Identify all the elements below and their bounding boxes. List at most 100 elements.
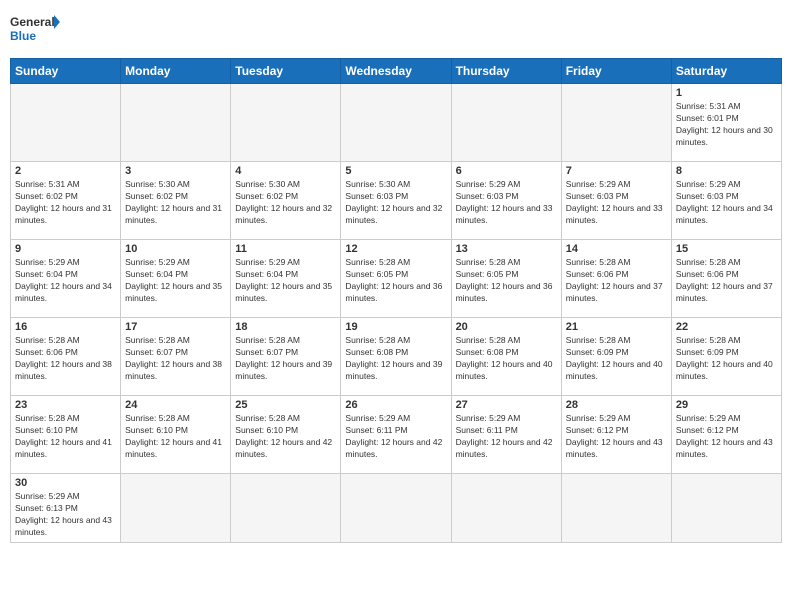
calendar-cell: 10 Sunrise: 5:29 AMSunset: 6:04 PMDayligh…: [121, 240, 231, 318]
day-number: 28: [566, 399, 667, 411]
day-number: 9: [15, 243, 116, 255]
col-sunday: Sunday: [11, 59, 121, 84]
day-number: 15: [676, 243, 777, 255]
day-info: Sunrise: 5:29 AMSunset: 6:03 PMDaylight:…: [676, 179, 777, 227]
day-number: 16: [15, 321, 116, 333]
calendar-cell: 3Sunrise: 5:30 AMSunset: 6:02 PMDaylight…: [121, 162, 231, 240]
day-number: 25: [235, 399, 336, 411]
header-area: General Blue: [10, 10, 782, 50]
day-info: Sunrise: 5:29 AMSunset: 6:04 PMDaylight:…: [125, 257, 226, 305]
col-wednesday: Wednesday: [341, 59, 451, 84]
calendar-cell: [341, 84, 451, 162]
day-info: Sunrise: 5:30 AMSunset: 6:02 PMDaylight:…: [235, 179, 336, 227]
calendar-cell: [11, 84, 121, 162]
day-number: 23: [15, 399, 116, 411]
calendar-cell: 8 Sunrise: 5:29 AMSunset: 6:03 PMDaylight…: [671, 162, 781, 240]
day-info: Sunrise: 5:31 AMSunset: 6:01 PMDaylight:…: [676, 101, 777, 149]
calendar-cell: [451, 474, 561, 543]
col-monday: Monday: [121, 59, 231, 84]
day-info: Sunrise: 5:29 AMSunset: 6:13 PMDaylight:…: [15, 491, 116, 539]
day-number: 8: [676, 165, 777, 177]
logo-svg: General Blue: [10, 10, 60, 50]
svg-text:General: General: [10, 15, 55, 29]
day-info: Sunrise: 5:28 AMSunset: 6:09 PMDaylight:…: [566, 335, 667, 383]
day-info: Sunrise: 5:31 AMSunset: 6:02 PMDaylight:…: [15, 179, 116, 227]
day-info: Sunrise: 5:28 AMSunset: 6:08 PMDaylight:…: [345, 335, 446, 383]
calendar-cell: 20Sunrise: 5:28 AMSunset: 6:08 PMDayligh…: [451, 318, 561, 396]
calendar-cell: 22 Sunrise: 5:28 AMSunset: 6:09 PMDayligh…: [671, 318, 781, 396]
calendar-cell: 17Sunrise: 5:28 AMSunset: 6:07 PMDayligh…: [121, 318, 231, 396]
col-tuesday: Tuesday: [231, 59, 341, 84]
calendar-cell: 24Sunrise: 5:28 AMSunset: 6:10 PMDayligh…: [121, 396, 231, 474]
day-info: Sunrise: 5:29 AMSunset: 6:04 PMDaylight:…: [235, 257, 336, 305]
calendar-cell: 30Sunrise: 5:29 AMSunset: 6:13 PMDayligh…: [11, 474, 121, 543]
day-info: Sunrise: 5:28 AMSunset: 6:06 PMDaylight:…: [676, 257, 777, 305]
day-number: 12: [345, 243, 446, 255]
day-number: 11: [235, 243, 336, 255]
calendar-cell: 16 Sunrise: 5:28 AMSunset: 6:06 PMDayligh…: [11, 318, 121, 396]
calendar-cell: 9 Sunrise: 5:29 AMSunset: 6:04 PMDaylight…: [11, 240, 121, 318]
calendar-cell: [561, 474, 671, 543]
day-number: 4: [235, 165, 336, 177]
day-number: 29: [676, 399, 777, 411]
calendar-cell: 5Sunrise: 5:30 AMSunset: 6:03 PMDaylight…: [341, 162, 451, 240]
calendar-cell: 1 Sunrise: 5:31 AMSunset: 6:01 PMDaylight…: [671, 84, 781, 162]
calendar-cell: [671, 474, 781, 543]
calendar-cell: 25 Sunrise: 5:28 AMSunset: 6:10 PMDayligh…: [231, 396, 341, 474]
day-number: 27: [456, 399, 557, 411]
calendar-cell: 6Sunrise: 5:29 AMSunset: 6:03 PMDaylight…: [451, 162, 561, 240]
svg-text:Blue: Blue: [10, 29, 36, 43]
col-friday: Friday: [561, 59, 671, 84]
day-number: 20: [456, 321, 557, 333]
day-info: Sunrise: 5:29 AMSunset: 6:11 PMDaylight:…: [456, 413, 557, 461]
calendar-cell: 29 Sunrise: 5:29 AMSunset: 6:12 PMDayligh…: [671, 396, 781, 474]
day-number: 21: [566, 321, 667, 333]
day-number: 17: [125, 321, 226, 333]
day-number: 19: [345, 321, 446, 333]
calendar-cell: 4 Sunrise: 5:30 AMSunset: 6:02 PMDaylight…: [231, 162, 341, 240]
calendar-cell: 7Sunrise: 5:29 AMSunset: 6:03 PMDaylight…: [561, 162, 671, 240]
calendar-cell: 2 Sunrise: 5:31 AMSunset: 6:02 PMDaylight…: [11, 162, 121, 240]
day-number: 18: [235, 321, 336, 333]
day-info: Sunrise: 5:28 AMSunset: 6:05 PMDaylight:…: [345, 257, 446, 305]
day-number: 26: [345, 399, 446, 411]
day-info: Sunrise: 5:28 AMSunset: 6:06 PMDaylight:…: [566, 257, 667, 305]
col-saturday: Saturday: [671, 59, 781, 84]
col-thursday: Thursday: [451, 59, 561, 84]
day-number: 10: [125, 243, 226, 255]
day-info: Sunrise: 5:28 AMSunset: 6:10 PMDaylight:…: [235, 413, 336, 461]
calendar-cell: [451, 84, 561, 162]
calendar-cell: [341, 474, 451, 543]
calendar-cell: 23Sunrise: 5:28 AMSunset: 6:10 PMDayligh…: [11, 396, 121, 474]
calendar-cell: 19 Sunrise: 5:28 AMSunset: 6:08 PMDayligh…: [341, 318, 451, 396]
calendar-cell: 26 Sunrise: 5:29 AMSunset: 6:11 PMDayligh…: [341, 396, 451, 474]
calendar-cell: 11 Sunrise: 5:29 AMSunset: 6:04 PMDayligh…: [231, 240, 341, 318]
day-info: Sunrise: 5:28 AMSunset: 6:09 PMDaylight:…: [676, 335, 777, 383]
calendar-header-row: Sunday Monday Tuesday Wednesday Thursday…: [11, 59, 782, 84]
calendar-cell: [121, 474, 231, 543]
calendar-cell: 13Sunrise: 5:28 AMSunset: 6:05 PMDayligh…: [451, 240, 561, 318]
day-info: Sunrise: 5:29 AMSunset: 6:11 PMDaylight:…: [345, 413, 446, 461]
day-info: Sunrise: 5:29 AMSunset: 6:04 PMDaylight:…: [15, 257, 116, 305]
day-info: Sunrise: 5:29 AMSunset: 6:12 PMDaylight:…: [676, 413, 777, 461]
day-number: 13: [456, 243, 557, 255]
page: General Blue Sunday Monday Tuesday Wedne…: [0, 0, 792, 612]
day-number: 2: [15, 165, 116, 177]
day-info: Sunrise: 5:28 AMSunset: 6:06 PMDaylight:…: [15, 335, 116, 383]
day-info: Sunrise: 5:29 AMSunset: 6:12 PMDaylight:…: [566, 413, 667, 461]
calendar-cell: [231, 474, 341, 543]
day-info: Sunrise: 5:28 AMSunset: 6:10 PMDaylight:…: [125, 413, 226, 461]
day-number: 1: [676, 87, 777, 99]
calendar-cell: 14Sunrise: 5:28 AMSunset: 6:06 PMDayligh…: [561, 240, 671, 318]
calendar-cell: 15 Sunrise: 5:28 AMSunset: 6:06 PMDayligh…: [671, 240, 781, 318]
calendar-cell: [561, 84, 671, 162]
day-number: 7: [566, 165, 667, 177]
logo: General Blue: [10, 10, 60, 50]
calendar-cell: 18 Sunrise: 5:28 AMSunset: 6:07 PMDayligh…: [231, 318, 341, 396]
calendar-cell: 21 Sunrise: 5:28 AMSunset: 6:09 PMDayligh…: [561, 318, 671, 396]
calendar: Sunday Monday Tuesday Wednesday Thursday…: [10, 58, 782, 543]
day-info: Sunrise: 5:28 AMSunset: 6:07 PMDaylight:…: [235, 335, 336, 383]
calendar-cell: 12 Sunrise: 5:28 AMSunset: 6:05 PMDayligh…: [341, 240, 451, 318]
day-number: 6: [456, 165, 557, 177]
day-number: 22: [676, 321, 777, 333]
